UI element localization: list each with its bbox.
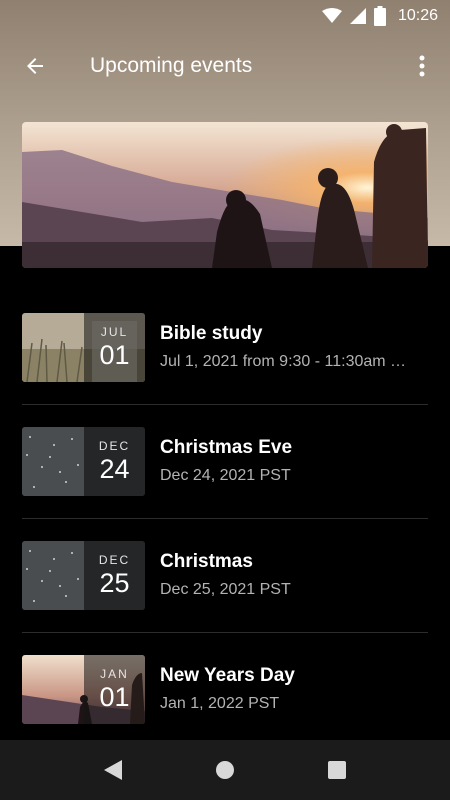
date-badge: JUL 01 <box>84 312 145 382</box>
event-subtitle: Dec 24, 2021 PST <box>160 467 291 484</box>
wifi-icon <box>321 8 342 24</box>
event-thumbnail: DEC 25 <box>22 540 145 610</box>
event-subtitle: Dec 25, 2021 PST <box>160 581 291 598</box>
page-title: Upcoming events <box>90 54 253 77</box>
event-month: DEC <box>98 438 131 453</box>
event-thumbnail: DEC 24 <box>22 426 145 496</box>
date-badge: DEC 24 <box>84 426 145 496</box>
event-subtitle: Jul 1, 2021 from 9:30 - 11:30am … <box>160 353 407 370</box>
event-month: DEC <box>98 552 131 567</box>
app-bar: Upcoming events <box>0 32 450 100</box>
nav-back-button[interactable] <box>57 740 169 800</box>
event-row[interactable]: DEC 25 Christmas Dec 25, 2021 PST <box>0 518 450 632</box>
event-title: New Years Day <box>160 665 295 686</box>
nav-recents-icon <box>328 761 346 779</box>
date-badge: DEC 25 <box>84 540 145 610</box>
event-thumbnail: JAN 01 <box>22 654 145 724</box>
more-vert-icon <box>419 55 425 77</box>
system-nav-bar <box>0 740 450 800</box>
event-title: Bible study <box>160 323 263 344</box>
nav-home-icon <box>216 761 234 779</box>
event-row[interactable]: DEC 24 Christmas Eve Dec 24, 2021 PST <box>0 404 450 518</box>
arrow-left-icon <box>27 58 43 74</box>
status-bar: 10:26 <box>0 0 450 32</box>
more-options-button[interactable] <box>402 32 442 100</box>
hero-image <box>22 122 428 268</box>
battery-icon <box>373 6 386 26</box>
nav-back-icon <box>104 760 122 780</box>
event-row[interactable]: JAN 01 New Years Day Jan 1, 2022 PST <box>0 632 450 746</box>
event-day: 25 <box>99 567 130 598</box>
events-list: JUL 01 Bible study Jul 1, 2021 from 9:30… <box>0 290 450 746</box>
event-thumbnail: JUL 01 <box>22 312 145 382</box>
event-day: 01 <box>99 681 130 712</box>
event-subtitle: Jan 1, 2022 PST <box>160 695 280 712</box>
nav-recents-button[interactable] <box>281 740 393 800</box>
event-row[interactable]: JUL 01 Bible study Jul 1, 2021 from 9:30… <box>0 290 450 404</box>
event-month: JAN <box>100 666 129 681</box>
event-title: Christmas Eve <box>160 437 293 458</box>
back-button[interactable] <box>0 32 70 100</box>
date-badge: JAN 01 <box>84 654 145 724</box>
event-title: Christmas <box>160 551 253 572</box>
status-time: 10:26 <box>397 7 438 24</box>
event-month: JUL <box>100 324 129 339</box>
event-day: 24 <box>99 453 130 484</box>
event-day: 01 <box>99 339 130 370</box>
nav-home-button[interactable] <box>169 740 281 800</box>
cell-signal-icon <box>349 8 366 24</box>
